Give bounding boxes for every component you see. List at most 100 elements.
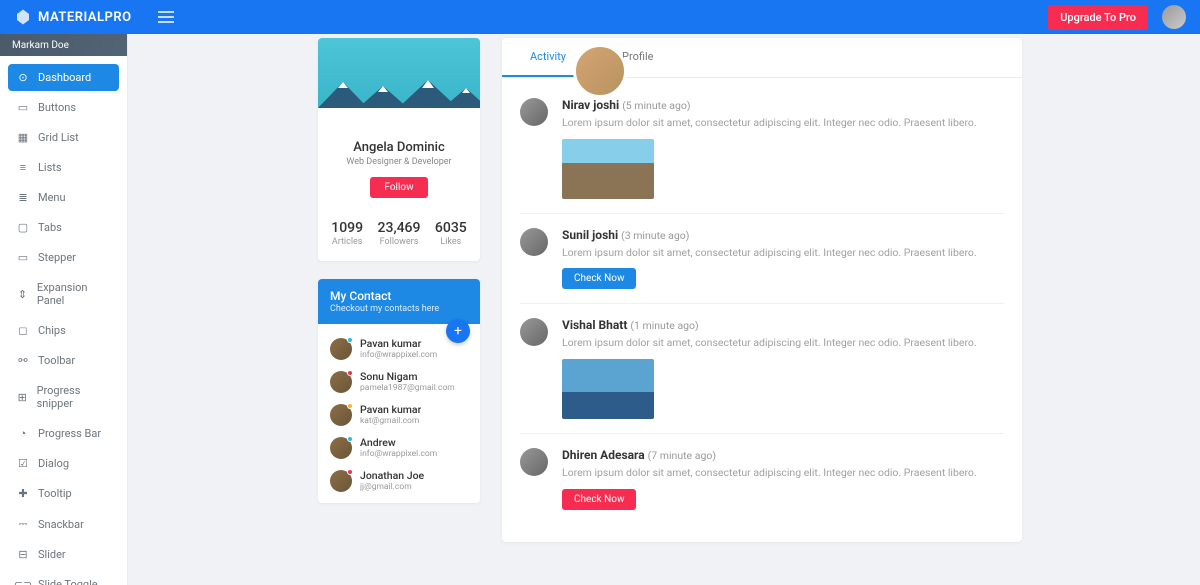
mountains-art xyxy=(318,76,480,108)
activity-text: Lorem ipsum dolor sit amet, consectetur … xyxy=(562,466,1004,481)
nav-icon: ⎓ xyxy=(16,517,30,531)
user-avatar[interactable] xyxy=(1162,5,1186,29)
status-dot xyxy=(347,370,353,376)
activity-time: (1 minute ago) xyxy=(630,319,698,332)
activity-heading: Nirav joshi (5 minute ago) xyxy=(562,98,1004,112)
sidebar-item-buttons[interactable]: ▭Buttons xyxy=(8,94,119,121)
activity-avatar xyxy=(520,228,548,256)
activity-avatar xyxy=(520,98,548,126)
contacts-card: My Contact Checkout my contacts here + P… xyxy=(318,279,480,503)
status-dot xyxy=(347,469,353,475)
nav-label: Grid List xyxy=(38,131,79,144)
contact-email: jj@gmail.com xyxy=(360,482,424,492)
nav-icon: ⊟ xyxy=(16,548,30,561)
add-contact-button[interactable]: + xyxy=(446,319,470,343)
contact-item[interactable]: Pavan kumarkat@gmail.com xyxy=(318,398,480,431)
brand-text: MATERIALPRO xyxy=(38,10,132,25)
contacts-title: My Contact xyxy=(330,289,468,303)
profile-role: Web Designer & Developer xyxy=(322,157,476,167)
nav-icon: ◻ xyxy=(16,324,30,337)
sidebar-item-stepper[interactable]: ▭ Stepper xyxy=(8,244,119,271)
stat-number: 6035 xyxy=(435,220,467,236)
nav-label: Chips xyxy=(38,324,66,337)
sidebar-user-banner[interactable]: Markam Doe xyxy=(0,34,127,56)
nav-icon: ≡ xyxy=(16,161,30,174)
sidebar-item-tooltip[interactable]: ✚Tooltip xyxy=(8,480,119,507)
sidebar-item-toolbar[interactable]: ⚯Toolbar xyxy=(8,347,119,374)
contact-item[interactable]: Andrewinfo@wrappixel.com xyxy=(318,431,480,464)
nav-label: Slide Toggle xyxy=(38,578,98,585)
stat-label: Articles xyxy=(331,237,363,247)
activity-avatar xyxy=(520,318,548,346)
profile-card: Angela Dominic Web Designer & Developer … xyxy=(318,38,480,261)
contact-name: Jonathan Joe xyxy=(360,469,424,482)
activity-heading: Sunil joshi (3 minute ago) xyxy=(562,228,1004,242)
check-now-button[interactable]: Check Now xyxy=(562,268,636,289)
nav-label: Snackbar xyxy=(38,518,84,531)
nav-label: Dialog xyxy=(38,457,69,470)
activity-text: Lorem ipsum dolor sit amet, consectetur … xyxy=(562,116,1004,131)
sidebar: Markam Doe ⊙Dashboard ▭Buttons ▦ Grid List ≡… xyxy=(0,34,128,585)
sidebar-item-slide-toggle[interactable]: ⊂⊃ Slide Toggle xyxy=(8,571,119,585)
sidebar-item-dashboard[interactable]: ⊙Dashboard xyxy=(8,64,119,91)
stat-likes: 6035Likes xyxy=(435,220,467,247)
sidebar-item-tabs[interactable]: ▢ Tabs xyxy=(8,214,119,241)
contact-item[interactable]: Jonathan Joejj@gmail.com xyxy=(318,464,480,497)
sidebar-item-grid-list[interactable]: ▦ Grid List xyxy=(8,124,119,151)
contacts-subtitle: Checkout my contacts here xyxy=(330,304,468,314)
sidebar-item-progress-snipper[interactable]: ⊞Progress snipper xyxy=(8,377,119,417)
check-now-button[interactable]: Check Now xyxy=(562,489,636,510)
contact-avatar xyxy=(330,437,352,459)
nav-icon: ✚ xyxy=(16,487,30,500)
nav-label: Expansion Panel xyxy=(37,281,111,307)
contact-email: kat@gmail.com xyxy=(360,416,421,426)
status-dot xyxy=(347,337,353,343)
activity-item: Sunil joshi (3 minute ago)Lorem ipsum do… xyxy=(520,214,1004,305)
activity-item: Dhiren Adesara (7 minute ago) Lorem ipsum… xyxy=(520,434,1004,524)
sidebar-item-snackbar[interactable]: ⎓ Snackbar xyxy=(8,510,119,538)
nav-icon: ◔ xyxy=(16,427,30,440)
stat-followers: 23,469Followers xyxy=(378,220,421,247)
sidebar-item-menu[interactable]: ≣ Menu xyxy=(8,184,119,211)
contact-email: info@wrappixel.com xyxy=(360,350,437,360)
contact-avatar xyxy=(330,338,352,360)
nav-label: Stepper xyxy=(38,251,76,264)
activity-heading: Dhiren Adesara (7 minute ago) xyxy=(562,448,1004,462)
nav-icon: ☑ xyxy=(16,457,30,470)
sidebar-item-progress-bar[interactable]: ◔Progress Bar xyxy=(8,420,119,447)
activity-item: Vishal Bhatt (1 minute ago)Lorem ipsum d… xyxy=(520,304,1004,434)
nav-icon: ▢ xyxy=(16,221,30,234)
activity-time: (5 minute ago) xyxy=(622,99,690,112)
follow-button[interactable]: Follow xyxy=(370,177,427,198)
nav-icon: ⇕ xyxy=(16,288,29,301)
nav-label: Lists xyxy=(38,161,62,174)
nav-label: Tabs xyxy=(38,221,62,234)
contact-avatar xyxy=(330,404,352,426)
sidebar-item-lists[interactable]: ≡ Lists xyxy=(8,154,119,181)
nav-icon: ▭ xyxy=(16,251,30,264)
nav-icon: ▦ xyxy=(16,131,30,144)
nav-icon: ≣ xyxy=(16,191,30,204)
nav-icon: ⊂⊃ xyxy=(16,578,30,585)
contact-avatar xyxy=(330,470,352,492)
contact-avatar xyxy=(330,371,352,393)
nav-label: Slider xyxy=(38,548,66,561)
activity-avatar xyxy=(520,448,548,476)
logo-icon xyxy=(14,8,32,26)
nav-label: Menu xyxy=(38,191,66,204)
sidebar-item-expansion-panel[interactable]: ⇕ Expansion Panel xyxy=(8,274,119,314)
stat-label: Likes xyxy=(435,237,467,247)
contact-item[interactable]: Sonu Nigampamela1987@gmail.com xyxy=(318,365,480,398)
topbar: MATERIALPRO Upgrade To Pro xyxy=(0,0,1200,34)
menu-toggle-icon[interactable] xyxy=(158,8,174,27)
contact-name: Andrew xyxy=(360,436,437,449)
sidebar-item-chips[interactable]: ◻ Chips xyxy=(8,317,119,344)
sidebar-item-dialog[interactable]: ☑ Dialog xyxy=(8,450,119,477)
stat-articles: 1099Articles xyxy=(331,220,363,247)
contact-email: pamela1987@gmail.com xyxy=(360,383,455,393)
contact-email: info@wrappixel.com xyxy=(360,449,437,459)
nav-label: Dashboard xyxy=(38,71,91,84)
sidebar-item-slider[interactable]: ⊟ Slider xyxy=(8,541,119,568)
brand-logo[interactable]: MATERIALPRO xyxy=(14,8,132,26)
upgrade-button[interactable]: Upgrade To Pro xyxy=(1048,5,1148,30)
